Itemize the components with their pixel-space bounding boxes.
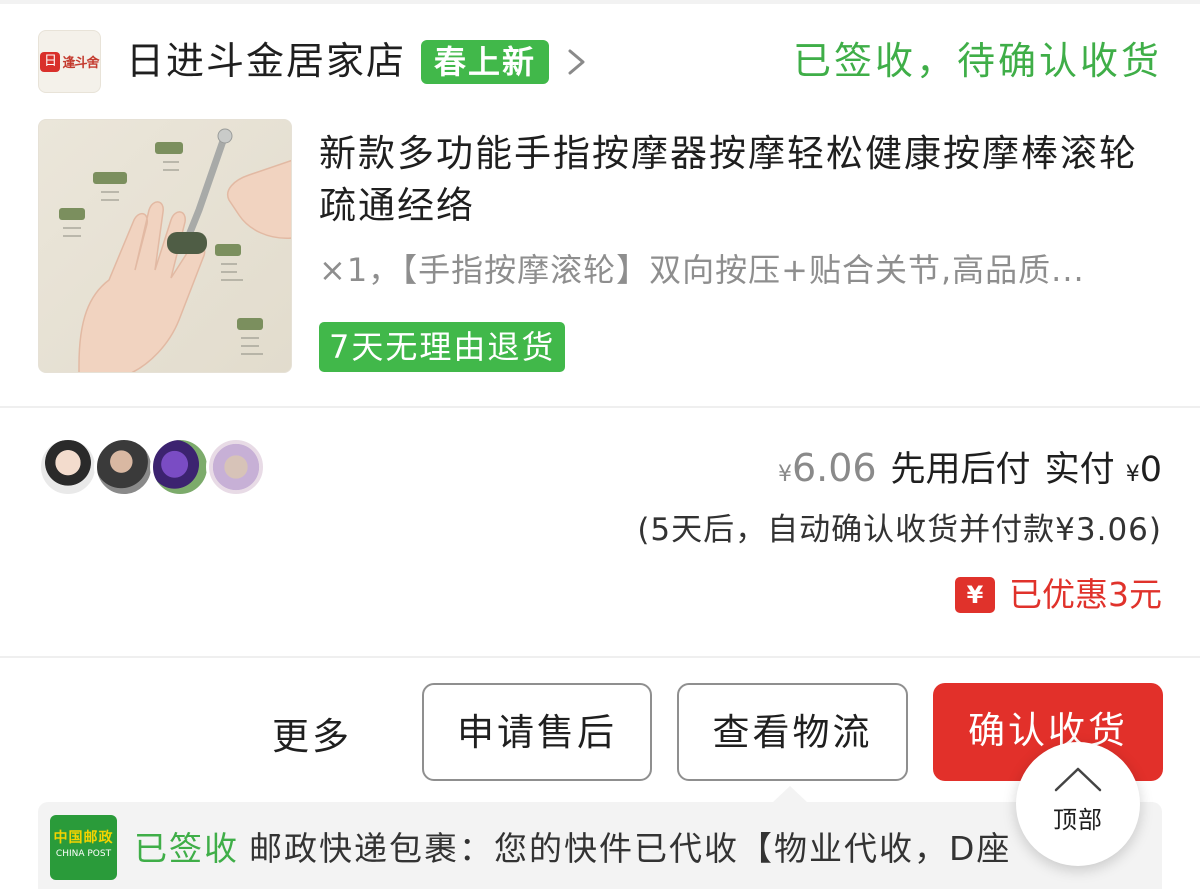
logistics-status: 已签收: [134, 829, 239, 868]
top-divider: [0, 0, 1200, 4]
logistics-detail: 邮政快递包裹：您的快件已代收【物业代收，D座: [249, 829, 1012, 868]
back-to-top-button[interactable]: 顶部: [1016, 742, 1140, 866]
coupon-icon: ¥: [955, 577, 995, 613]
logistics-message[interactable]: 已签收 邮政快递包裹：您的快件已代收【物业代收，D座: [134, 826, 1134, 872]
view-logistics-button[interactable]: 查看物流: [677, 683, 908, 781]
product-title[interactable]: 新款多功能手指按摩器按摩轻松健康按摩棒滚轮疏通经络: [319, 128, 1161, 232]
original-price: ¥6.06: [777, 446, 877, 490]
after-sale-button[interactable]: 申请售后: [422, 683, 652, 781]
price-row: ¥6.06 先用后付 实付 ¥0: [778, 444, 1162, 499]
buyer-avatar: [150, 437, 210, 497]
store-new-badge[interactable]: 春上新: [421, 40, 549, 84]
product-spec: ×1，【手指按摩滚轮】双向按压+贴合关节,高品质...: [319, 251, 1085, 289]
product-image[interactable]: [38, 119, 292, 373]
chevron-right-icon[interactable]: [566, 48, 588, 76]
buyer-avatar: [206, 437, 266, 497]
buyer-avatar: [38, 437, 98, 497]
china-post-logo: 中国邮政 CHINA POST: [50, 815, 117, 880]
section-divider: [0, 406, 1200, 408]
store-logo[interactable]: 日 逢斗舍: [38, 30, 101, 93]
paid-amount: 实付 ¥0: [1044, 450, 1162, 490]
chevron-up-icon: [1054, 767, 1102, 792]
store-logo-text: 逢斗舍: [62, 56, 99, 71]
more-button[interactable]: 更多: [272, 712, 352, 762]
logistics-pointer: [772, 786, 808, 803]
store-seal-icon: 日: [40, 51, 61, 72]
discount-text: 已优惠3元: [1009, 575, 1162, 614]
pay-later-label: 先用后付: [890, 450, 1031, 490]
return-policy-badge: 7天无理由退货: [319, 322, 566, 372]
back-to-top-label: 顶部: [1053, 806, 1103, 834]
auto-confirm-note: (5天后，自动确认收货并付款¥3.06): [637, 512, 1162, 548]
order-status: 已签收，待确认收货: [792, 39, 1162, 83]
buyer-avatar: [94, 437, 154, 497]
section-divider: [0, 656, 1200, 658]
discount-row: ¥ 已优惠3元: [955, 572, 1162, 618]
store-name[interactable]: 日进斗金居家店: [126, 38, 406, 84]
